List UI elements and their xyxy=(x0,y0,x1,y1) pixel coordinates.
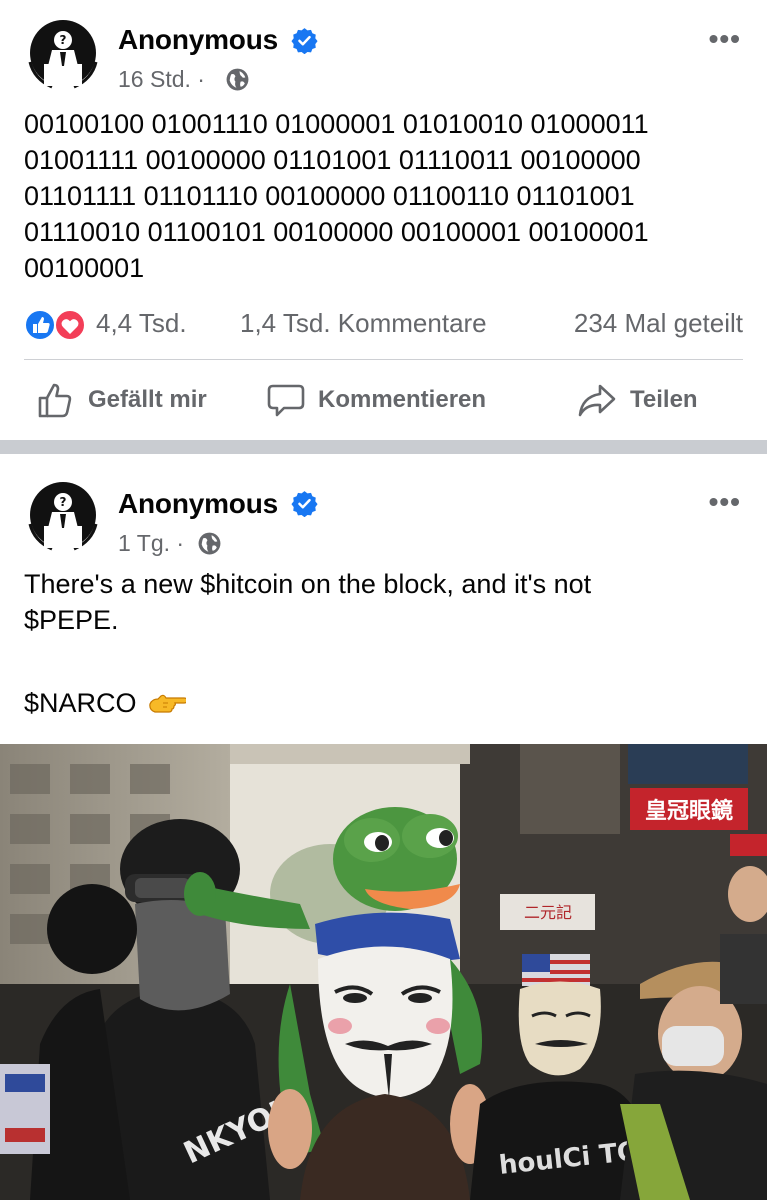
post-text: There's a new $hitcoin on the block, and… xyxy=(24,566,745,724)
pointing-hand-icon xyxy=(148,688,188,724)
more-options-icon[interactable]: ••• xyxy=(709,488,741,516)
anonymous-logo-icon: ? xyxy=(25,477,101,553)
post-text-ticker: $NARCO xyxy=(24,688,137,718)
globe-icon xyxy=(198,532,221,555)
like-reaction-icon xyxy=(24,309,56,341)
svg-text:?: ? xyxy=(60,33,67,47)
post-photo[interactable]: 皇冠眼鏡 二元記 NKYOU houlCi TOUR xyxy=(0,744,767,1200)
comment-label: Kommentieren xyxy=(318,386,487,413)
post-text-line: There's a new $hitcoin on the block, and… xyxy=(24,569,592,599)
post-stats: 4,4 Tsd. 1,4 Tsd. Kommentare 234 Mal get… xyxy=(24,305,743,345)
avatar[interactable]: ? xyxy=(24,476,102,554)
shop-sign: 皇冠眼鏡 xyxy=(645,798,733,824)
post-1: ? Anonymous 16 Std. · ••• 00100100 01001… xyxy=(0,0,767,440)
share-label: Teilen xyxy=(630,386,698,413)
divider xyxy=(24,359,743,360)
anonymous-logo-icon: ? xyxy=(25,15,101,91)
author-name[interactable]: Anonymous xyxy=(118,24,278,56)
share-arrow-icon xyxy=(578,384,616,417)
post-timestamp[interactable]: 16 Std. · xyxy=(118,66,205,93)
svg-text:?: ? xyxy=(60,495,67,509)
verified-badge-icon xyxy=(291,28,318,54)
comment-count[interactable]: 1,4 Tsd. Kommentare xyxy=(240,308,487,339)
author-name[interactable]: Anonymous xyxy=(118,488,278,520)
globe-icon xyxy=(226,68,249,91)
action-bar: Gefällt mir Kommentieren Teilen xyxy=(0,372,767,428)
reaction-count[interactable]: 4,4 Tsd. xyxy=(96,308,187,339)
thumbs-up-icon xyxy=(38,383,72,418)
reactions-icons[interactable] xyxy=(24,308,90,342)
share-count[interactable]: 234 Mal geteilt xyxy=(574,308,743,339)
post-timestamp[interactable]: 1 Tg. · xyxy=(118,530,184,557)
comment-button[interactable]: Kommentieren xyxy=(266,372,486,428)
like-button[interactable]: Gefällt mir xyxy=(36,372,207,428)
post-text: 00100100 01001110 01000001 01010010 0100… xyxy=(24,109,649,283)
feed-separator xyxy=(0,440,767,454)
avatar[interactable]: ? xyxy=(24,14,102,92)
share-button[interactable]: Teilen xyxy=(576,372,698,428)
shop-sign: 二元記 xyxy=(524,903,572,922)
verified-badge-icon xyxy=(291,491,318,517)
love-reaction-icon xyxy=(54,309,86,341)
protest-photo: 皇冠眼鏡 二元記 NKYOU houlCi TOUR xyxy=(0,744,767,1200)
post-text-line: $NARCO xyxy=(24,685,745,724)
more-options-icon[interactable]: ••• xyxy=(709,25,741,53)
post-text-line: $PEPE. xyxy=(24,605,119,635)
like-label: Gefällt mir xyxy=(88,386,207,413)
comment-bubble-icon xyxy=(267,384,305,417)
